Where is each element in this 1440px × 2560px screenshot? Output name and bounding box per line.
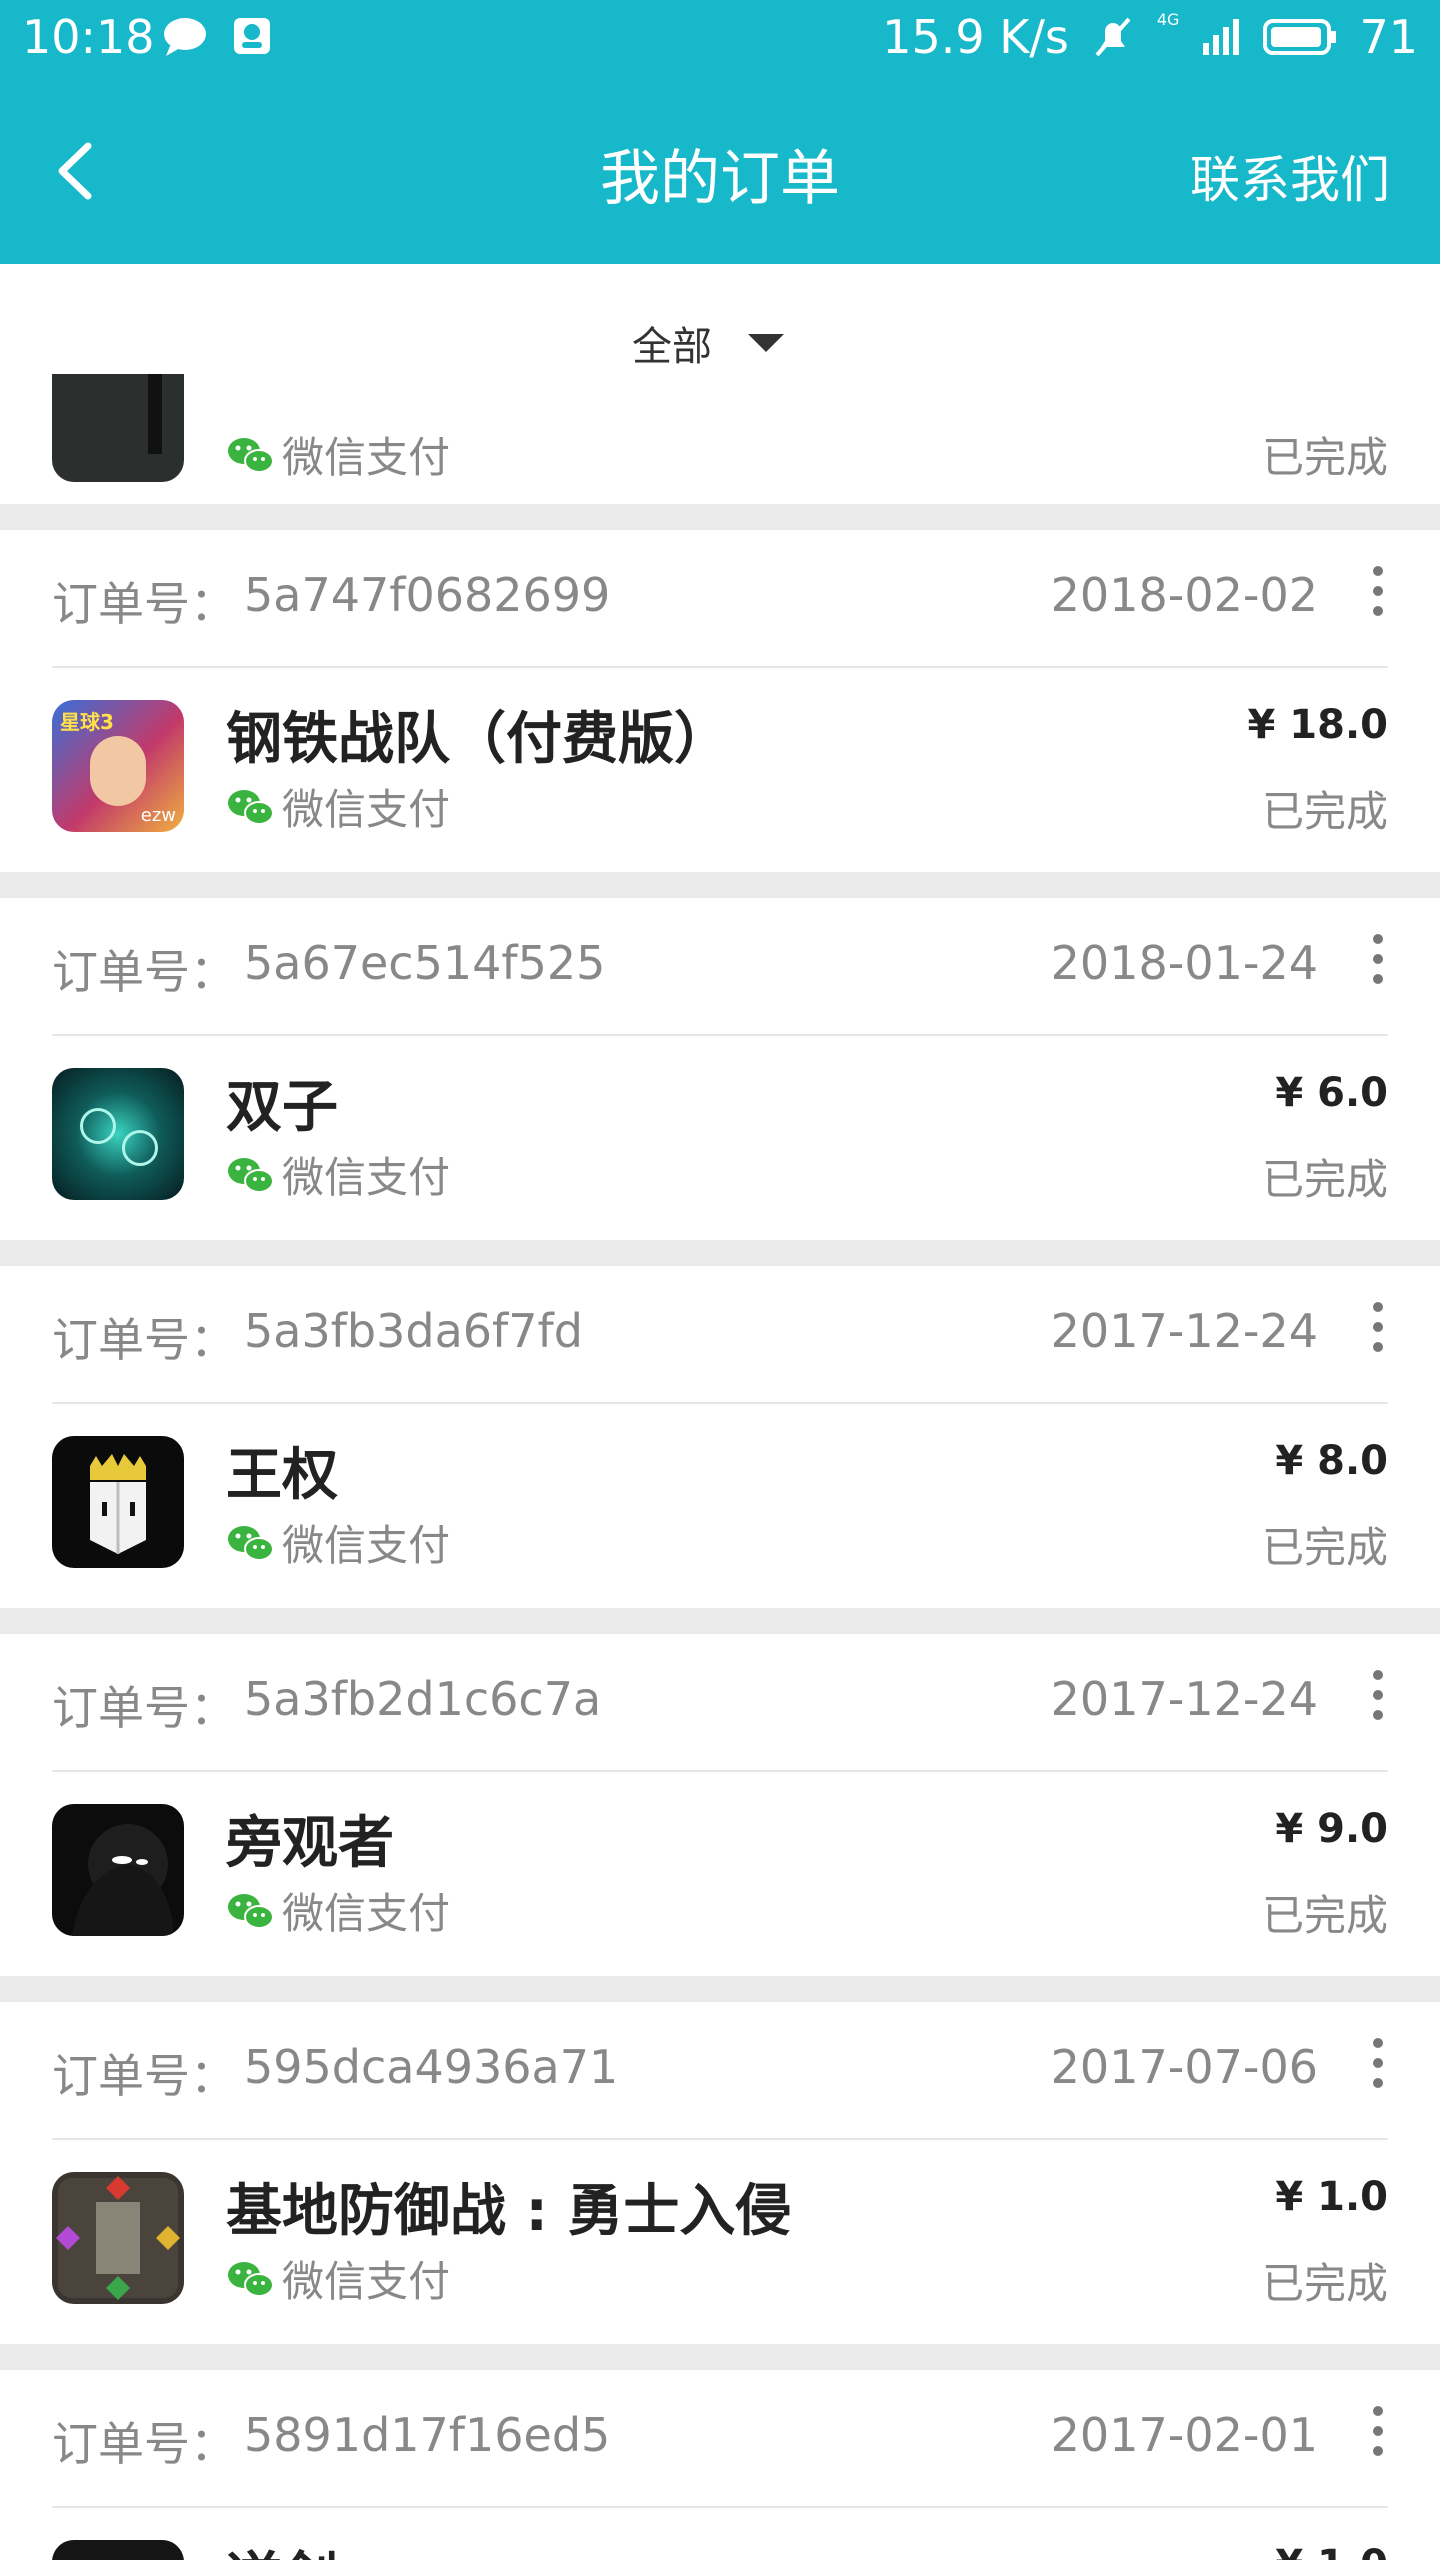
order-number-label: 订单号： (52, 1681, 236, 1735)
order-card[interactable]: 订单号： 5a747f0682699 2018-02-02 星球3 ezw 钢铁… (0, 530, 1440, 872)
wechat-pay-icon (228, 789, 274, 825)
order-price: ¥ 9.0 (1275, 1806, 1388, 1852)
order-price: ¥ 1.0 (1275, 2174, 1388, 2220)
network-speed: 15.9 K/s (882, 10, 1069, 64)
app-name: 王权 (226, 1443, 338, 1508)
order-price: ¥ 6.0 (1275, 1070, 1388, 1116)
app-icon (52, 2172, 184, 2304)
order-price: ¥ 1.0 (1275, 2542, 1388, 2560)
battery-level: 71 (1359, 10, 1418, 64)
order-date: 2017-12-24 (1050, 1304, 1318, 1358)
app-icon (52, 1068, 184, 1200)
order-status: 已完成 (1261, 2259, 1388, 2308)
order-card[interactable]: 订单号： 5891d17f16ed5 2017-02-01 逆剑 ¥ 1.0 (0, 2370, 1440, 2560)
order-number: 5a3fb2d1c6c7a (244, 1672, 602, 1726)
signal-4g-label: 4G (1156, 10, 1180, 29)
wechat-pay-icon (228, 2261, 274, 2297)
order-status: 已完成 (1261, 1523, 1388, 1572)
order-number: 5891d17f16ed5 (244, 2408, 611, 2462)
wechat-pay-icon (228, 1893, 274, 1929)
more-vertical-icon[interactable] (1368, 1302, 1388, 1362)
app-icon: 星球3 ezw (52, 700, 184, 832)
payment-method: 微信支付 (282, 2257, 451, 2306)
app-name: 钢铁战队（付费版） (226, 707, 730, 772)
app-header: 我的订单 联系我们 (0, 76, 1440, 264)
divider (0, 2344, 1440, 2370)
order-number-label: 订单号： (52, 2417, 236, 2471)
wechat-pay-icon (228, 1157, 274, 1193)
more-vertical-icon[interactable] (1368, 566, 1388, 626)
payment-method: 微信支付 (282, 433, 451, 482)
payment-method: 微信支付 (282, 1889, 451, 1938)
order-number: 5a747f0682699 (244, 568, 611, 622)
wechat-pay-icon (228, 437, 274, 473)
order-status: 已完成 (1261, 433, 1388, 482)
filter-selected-label: 全部 (632, 324, 712, 370)
payment-method: 微信支付 (282, 1153, 451, 1202)
order-status: 已完成 (1261, 787, 1388, 836)
app-icon (52, 1436, 184, 1568)
order-date: 2018-02-02 (1050, 568, 1318, 622)
order-date: 2017-12-24 (1050, 1672, 1318, 1726)
filter-dropdown[interactable]: 全部 (0, 264, 1440, 414)
order-number: 595dca4936a71 (244, 2040, 619, 2094)
payment-method: 微信支付 (282, 1521, 451, 1570)
app-name: 双子 (226, 1075, 338, 1140)
message-icon (164, 18, 206, 56)
divider (0, 1976, 1440, 2002)
battery-icon (1263, 19, 1337, 55)
order-card[interactable]: 订单号： 595dca4936a71 2017-07-06 基地防御战 : 勇士… (0, 2002, 1440, 2344)
app-icon (52, 2540, 184, 2560)
divider (0, 872, 1440, 898)
order-date: 2018-01-24 (1050, 936, 1318, 990)
order-number-label: 订单号： (52, 1313, 236, 1367)
divider (0, 1608, 1440, 1634)
status-bar: 10:18 15.9 K/s 4G 71 (0, 0, 1440, 76)
caret-down-icon (748, 334, 784, 352)
app-name: 基地防御战 : 勇士入侵 (226, 2179, 792, 2244)
signal-icon (1203, 19, 1240, 55)
contact-us-link[interactable]: 联系我们 (1190, 140, 1390, 212)
order-card[interactable]: 订单号： 5a3fb3da6f7fd 2017-12-24 王权 微信支付 ¥ … (0, 1266, 1440, 1608)
notification-app-icon (234, 18, 270, 54)
order-date: 2017-02-01 (1050, 2408, 1318, 2462)
payment-method: 微信支付 (282, 785, 451, 834)
more-vertical-icon[interactable] (1368, 2038, 1388, 2098)
order-number: 5a67ec514f525 (244, 936, 606, 990)
order-status: 已完成 (1261, 1891, 1388, 1940)
bell-muted-icon (1095, 17, 1131, 57)
divider (0, 1240, 1440, 1266)
order-number-label: 订单号： (52, 945, 236, 999)
app-name: 旁观者 (226, 1811, 394, 1876)
order-number-label: 订单号： (52, 577, 236, 631)
divider (0, 504, 1440, 530)
order-number: 5a3fb3da6f7fd (244, 1304, 583, 1358)
order-date: 2017-07-06 (1050, 2040, 1318, 2094)
more-vertical-icon[interactable] (1368, 1670, 1388, 1730)
order-card[interactable]: 订单号： 5a3fb2d1c6c7a 2017-12-24 旁观者 微信支付 ¥… (0, 1634, 1440, 1976)
order-number-label: 订单号： (52, 2049, 236, 2103)
more-vertical-icon[interactable] (1368, 2406, 1388, 2466)
status-time: 10:18 (22, 10, 155, 64)
order-price: ¥ 18.0 (1247, 702, 1388, 748)
order-card[interactable]: 订单号： 5a67ec514f525 2018-01-24 双子 微信支付 ¥ … (0, 898, 1440, 1240)
order-status: 已完成 (1261, 1155, 1388, 1204)
app-icon (52, 374, 184, 482)
list-item-partial[interactable]: 微信支付 已完成 (0, 374, 1440, 504)
wechat-pay-icon (228, 1525, 274, 1561)
app-name: 逆剑 (226, 2534, 338, 2560)
more-vertical-icon[interactable] (1368, 934, 1388, 994)
app-icon (52, 1804, 184, 1936)
order-price: ¥ 8.0 (1275, 1438, 1388, 1484)
